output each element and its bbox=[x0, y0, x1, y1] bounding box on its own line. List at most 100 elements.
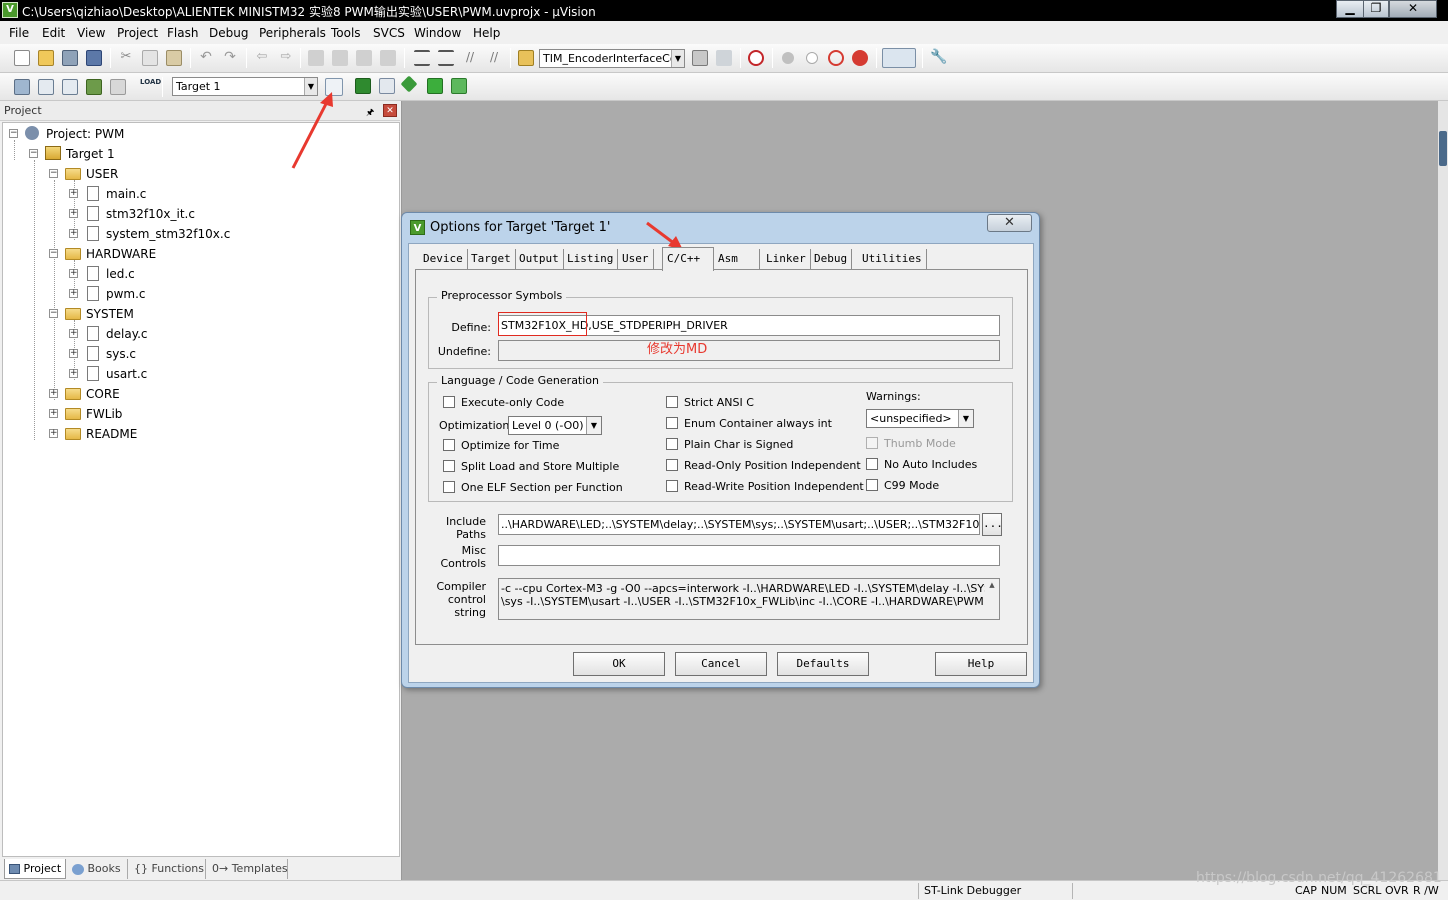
expand-icon[interactable]: + bbox=[69, 369, 78, 378]
no-auto-includes-checkbox[interactable] bbox=[866, 458, 878, 470]
tree-group-readme[interactable]: + README bbox=[3, 425, 383, 443]
download-load-icon[interactable]: LOAD bbox=[140, 78, 161, 94]
file-extensions-icon[interactable] bbox=[355, 78, 371, 94]
undefine-input[interactable] bbox=[498, 340, 1000, 361]
menu-flash[interactable]: Flash bbox=[167, 26, 198, 40]
menu-debug[interactable]: Debug bbox=[209, 26, 248, 40]
tab-user[interactable]: User bbox=[618, 249, 654, 269]
breakpoint-enable-icon[interactable] bbox=[806, 52, 818, 64]
expand-icon[interactable]: + bbox=[69, 229, 78, 238]
breakpoint-kill-all-icon[interactable] bbox=[852, 50, 868, 66]
copy-icon[interactable] bbox=[142, 50, 158, 66]
collapse-icon[interactable]: − bbox=[9, 129, 18, 138]
tab-utilities[interactable]: Utilities bbox=[858, 249, 927, 269]
tab-output[interactable]: Output bbox=[515, 249, 564, 269]
tab-c-cpp[interactable]: C/C++ bbox=[662, 247, 714, 271]
tab-listing[interactable]: Listing bbox=[563, 249, 619, 269]
strict-ansi-checkbox[interactable] bbox=[666, 396, 678, 408]
menu-view[interactable]: View bbox=[77, 26, 105, 40]
navigate-forward-icon[interactable]: ⇨ bbox=[278, 50, 294, 66]
tab-asm[interactable]: Asm bbox=[714, 249, 760, 269]
defaults-button[interactable]: Defaults bbox=[777, 652, 869, 676]
tree-group-core[interactable]: + CORE bbox=[3, 385, 383, 403]
expand-icon[interactable]: + bbox=[69, 349, 78, 358]
tree-file[interactable]: + led.c bbox=[3, 265, 383, 283]
expand-icon[interactable]: + bbox=[69, 289, 78, 298]
menu-file[interactable]: File bbox=[9, 26, 29, 40]
redo-icon[interactable]: ↷ bbox=[222, 50, 238, 66]
warnings-select[interactable]: <unspecified> ▼ bbox=[866, 409, 974, 428]
tree-group-fwlib[interactable]: + FWLib bbox=[3, 405, 383, 423]
collapse-icon[interactable]: − bbox=[49, 169, 58, 178]
tab-functions[interactable]: {} Functions bbox=[130, 859, 206, 879]
open-file-icon[interactable] bbox=[38, 50, 54, 66]
optimization-select[interactable]: Level 0 (-O0) ▼ bbox=[508, 416, 602, 435]
collapse-icon[interactable]: − bbox=[49, 249, 58, 258]
tree-file[interactable]: + main.c bbox=[3, 185, 383, 203]
incremental-find-icon[interactable] bbox=[716, 50, 732, 66]
ok-button[interactable]: OK bbox=[573, 652, 665, 676]
tree-item-project[interactable]: − Project: PWM bbox=[3, 125, 383, 143]
select-packs-icon[interactable] bbox=[400, 75, 418, 93]
target-select[interactable]: Target 1 ▼ bbox=[172, 77, 318, 96]
tab-linker[interactable]: Linker bbox=[762, 249, 811, 269]
comment-icon[interactable]: // bbox=[462, 50, 478, 66]
bookmark-previous-icon[interactable] bbox=[332, 50, 348, 66]
tab-books[interactable]: Books bbox=[68, 859, 128, 879]
breakpoint-insert-icon[interactable] bbox=[782, 52, 794, 64]
expand-icon[interactable]: + bbox=[69, 209, 78, 218]
split-load-checkbox[interactable] bbox=[443, 460, 455, 472]
expand-icon[interactable]: + bbox=[49, 389, 58, 398]
textarea-scrollbar[interactable]: ▲▼ bbox=[985, 579, 999, 619]
expand-icon[interactable]: + bbox=[69, 329, 78, 338]
menu-svcs[interactable]: SVCS bbox=[373, 26, 405, 40]
find-icon[interactable] bbox=[692, 50, 708, 66]
menu-tools[interactable]: Tools bbox=[331, 26, 361, 40]
debug-session-icon[interactable] bbox=[748, 50, 764, 66]
optimize-time-checkbox[interactable] bbox=[443, 439, 455, 451]
uncomment-icon[interactable]: // bbox=[486, 50, 502, 66]
enum-int-checkbox[interactable] bbox=[666, 417, 678, 429]
translate-icon[interactable] bbox=[14, 79, 30, 95]
pin-icon[interactable]: 🖈 bbox=[366, 105, 374, 121]
collapse-icon[interactable]: − bbox=[29, 149, 38, 158]
bookmark-next-icon[interactable] bbox=[356, 50, 372, 66]
tree-file[interactable]: + usart.c bbox=[3, 365, 383, 383]
dialog-close-button[interactable]: ✕ bbox=[987, 214, 1032, 232]
tab-target[interactable]: Target bbox=[467, 249, 516, 269]
save-all-icon[interactable] bbox=[86, 50, 102, 66]
cancel-button[interactable]: Cancel bbox=[675, 652, 767, 676]
include-browse-button[interactable]: ... bbox=[982, 513, 1003, 536]
tab-device[interactable]: Device bbox=[419, 249, 468, 269]
unindent-icon[interactable] bbox=[438, 50, 454, 66]
undo-icon[interactable]: ↶ bbox=[198, 50, 214, 66]
indent-icon[interactable] bbox=[414, 50, 430, 66]
tree-group-user[interactable]: − USER bbox=[3, 165, 383, 183]
ro-position-checkbox[interactable] bbox=[666, 459, 678, 471]
expand-icon[interactable]: + bbox=[49, 429, 58, 438]
find-in-files-icon[interactable] bbox=[518, 50, 534, 66]
vertical-scrollbar[interactable] bbox=[1438, 101, 1448, 880]
build-icon[interactable] bbox=[38, 79, 54, 95]
tree-file[interactable]: + sys.c bbox=[3, 345, 383, 363]
expand-icon[interactable]: + bbox=[69, 189, 78, 198]
chevron-down-icon[interactable]: ▼ bbox=[671, 50, 684, 67]
paste-icon[interactable] bbox=[166, 50, 182, 66]
collapse-icon[interactable]: − bbox=[49, 309, 58, 318]
tree-file[interactable]: + delay.c bbox=[3, 325, 383, 343]
bookmark-clear-icon[interactable] bbox=[380, 50, 396, 66]
navigate-back-icon[interactable]: ⇦ bbox=[254, 50, 270, 66]
thumb-mode-checkbox[interactable] bbox=[866, 437, 878, 449]
c99-mode-checkbox[interactable] bbox=[866, 479, 878, 491]
misc-controls-input[interactable] bbox=[498, 545, 1000, 566]
tree-file[interactable]: + system_stm32f10x.c bbox=[3, 225, 383, 243]
execute-only-checkbox[interactable] bbox=[443, 396, 455, 408]
menu-peripherals[interactable]: Peripherals bbox=[259, 26, 326, 40]
stop-build-icon[interactable] bbox=[110, 79, 126, 95]
chevron-down-icon[interactable]: ▼ bbox=[958, 410, 973, 427]
tree-item-target[interactable]: − Target 1 bbox=[3, 145, 383, 163]
tree-group-system[interactable]: − SYSTEM bbox=[3, 305, 383, 323]
compiler-control-textarea[interactable]: -c --cpu Cortex-M3 -g -O0 --apcs=interwo… bbox=[498, 578, 1000, 620]
batch-build-icon[interactable] bbox=[86, 79, 102, 95]
chevron-down-icon[interactable]: ▼ bbox=[586, 417, 601, 434]
